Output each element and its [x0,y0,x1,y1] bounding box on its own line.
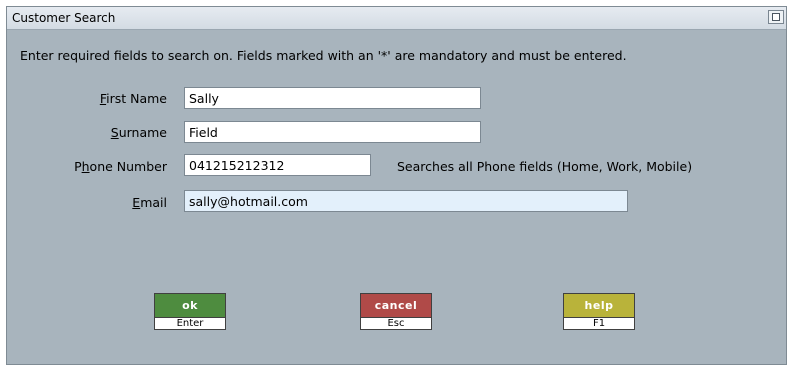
window-title: Customer Search [12,11,116,25]
phone-number-field[interactable] [184,154,371,176]
email-label: Email [132,195,167,210]
ok-shortcut: Enter [154,318,226,330]
cancel-button[interactable]: cancel Esc [360,293,432,330]
help-shortcut: F1 [563,318,635,330]
first-name-field[interactable] [184,87,481,109]
instruction-text: Enter required fields to search on. Fiel… [20,48,627,63]
cancel-shortcut: Esc [360,318,432,330]
surname-label: Surname [110,125,167,140]
customer-search-window: Customer Search Enter required fields to… [6,6,787,365]
restore-window-icon[interactable] [768,10,784,24]
help-button[interactable]: help F1 [563,293,635,330]
cancel-button-label: cancel [360,293,432,318]
first-name-label: First Name [99,91,167,106]
help-button-label: help [563,293,635,318]
ok-button[interactable]: ok Enter [154,293,226,330]
phone-number-label: Phone Number [74,159,167,174]
ok-button-label: ok [154,293,226,318]
email-field[interactable] [184,190,628,212]
surname-field[interactable] [184,121,481,143]
title-bar: Customer Search [7,7,786,30]
phone-search-hint: Searches all Phone fields (Home, Work, M… [397,159,693,174]
